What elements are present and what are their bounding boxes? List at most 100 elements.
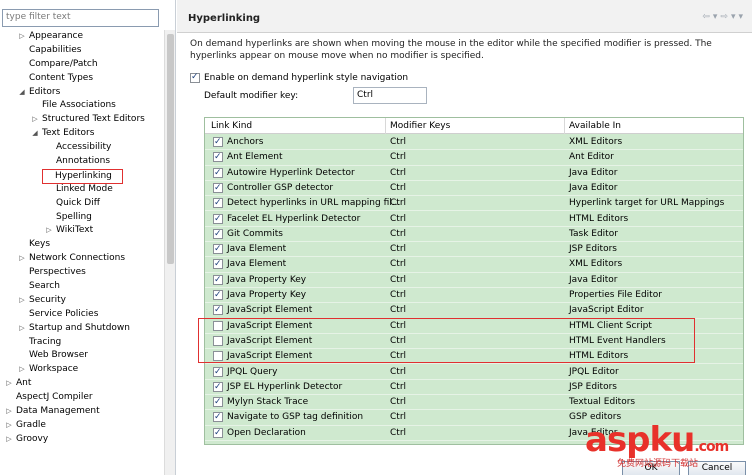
tree-item[interactable]: ▷ Ant: [0, 377, 164, 391]
row-checkbox[interactable]: [213, 242, 223, 257]
tree-item[interactable]: Spelling: [0, 211, 164, 225]
row-checkbox[interactable]: [213, 181, 223, 196]
tree-item[interactable]: ▷ Security: [0, 294, 164, 308]
expanded-arrow-icon[interactable]: ◢: [31, 127, 39, 141]
row-checkbox[interactable]: [213, 257, 223, 272]
tree-item[interactable]: ▷ Startup and Shutdown: [0, 322, 164, 336]
table-row[interactable]: Ant Element Ctrl Ant Editor: [205, 150, 743, 166]
table-row[interactable]: Java Element Ctrl XML Editors: [205, 257, 743, 273]
history-nav[interactable]: ⇦▾⇨▾▾: [702, 12, 746, 22]
filter-input[interactable]: type filter text: [2, 9, 159, 27]
table-row[interactable]: Git Commits Ctrl Task Editor: [205, 226, 743, 243]
tree-item[interactable]: Linked Mode: [0, 183, 164, 197]
scrollbar-thumb[interactable]: [167, 34, 174, 264]
tree-item[interactable]: Web Browser: [0, 349, 164, 363]
tree-item-label: Perspectives: [29, 267, 86, 278]
tree-item[interactable]: Annotations: [0, 155, 164, 169]
cell-keys: Ctrl: [390, 290, 407, 300]
tree-item[interactable]: Keys: [0, 238, 164, 252]
collapsed-arrow-icon[interactable]: ▷: [18, 363, 26, 377]
row-checkbox[interactable]: [213, 150, 223, 165]
collapsed-arrow-icon[interactable]: ▷: [18, 252, 26, 266]
collapsed-arrow-icon[interactable]: ▷: [5, 419, 13, 433]
row-checkbox[interactable]: [213, 273, 223, 288]
row-checkbox[interactable]: [213, 196, 223, 211]
tree-item[interactable]: ▷ WikiText: [0, 224, 164, 238]
row-checkbox[interactable]: [213, 212, 223, 227]
tree-item[interactable]: AspectJ Compiler: [0, 391, 164, 405]
table-row[interactable]: Autowire Hyperlink Detector Ctrl Java Edit…: [205, 165, 743, 181]
tree-item[interactable]: ▷ Groovy: [0, 433, 164, 447]
tree-item[interactable]: Capabilities: [0, 44, 164, 58]
collapsed-arrow-icon[interactable]: ▷: [45, 224, 53, 238]
table-row[interactable]: Java Element Ctrl JSP Editors: [205, 242, 743, 258]
collapsed-arrow-icon[interactable]: ▷: [18, 294, 26, 308]
tree-item[interactable]: Accessibility: [0, 141, 164, 155]
tree-scrollbar[interactable]: [164, 30, 175, 475]
hyperlink-detectors-table: Link Kind Modifier Keys Available In Anc…: [204, 117, 744, 445]
collapsed-arrow-icon[interactable]: ▷: [18, 30, 26, 44]
collapsed-arrow-icon[interactable]: ▷: [18, 322, 26, 336]
tree-item[interactable]: Quick Diff: [0, 197, 164, 211]
table-row[interactable]: JSP EL Hyperlink Detector Ctrl JSP Editors: [205, 379, 743, 396]
tree-item[interactable]: ▷ Structured Text Editors: [0, 113, 164, 127]
tree-item[interactable]: Content Types: [0, 72, 164, 86]
table-row[interactable]: JPQL Query Ctrl JPQL Editor: [205, 364, 743, 380]
cell-avail: JSP Editors: [569, 381, 617, 392]
collapsed-arrow-icon[interactable]: ▷: [5, 405, 13, 419]
checkbox-icon[interactable]: [190, 71, 200, 83]
table-row[interactable]: Mylyn Stack Trace Ctrl Textual Editors: [205, 395, 743, 411]
row-checkbox[interactable]: [213, 380, 223, 395]
collapsed-arrow-icon[interactable]: ▷: [5, 433, 13, 447]
table-row[interactable]: Controller GSP detector Ctrl Java Editor: [205, 180, 743, 197]
tree-item[interactable]: Search: [0, 280, 164, 294]
tree-item[interactable]: Compare/Patch: [0, 58, 164, 72]
row-checkbox[interactable]: [213, 395, 223, 410]
row-checkbox[interactable]: [213, 288, 223, 303]
cell-keys: Ctrl: [390, 412, 407, 423]
row-checkbox[interactable]: [213, 135, 223, 150]
collapsed-arrow-icon[interactable]: ▷: [5, 377, 13, 391]
tree-item[interactable]: Perspectives: [0, 266, 164, 280]
table-row[interactable]: Anchors Ctrl XML Editors: [205, 135, 743, 151]
row-checkbox[interactable]: [213, 303, 223, 318]
row-checkbox[interactable]: [213, 426, 223, 441]
tree-item-label: Ant: [16, 378, 32, 389]
table-row[interactable]: JavaScript Element Ctrl JavaScript Editor: [205, 303, 743, 319]
row-checkbox[interactable]: [213, 365, 223, 380]
tree-item[interactable]: ▷ Gradle: [0, 419, 164, 433]
row-checkbox[interactable]: [213, 410, 223, 425]
modifier-key-input[interactable]: Ctrl: [353, 87, 427, 104]
cell-avail: Ant Editor: [569, 152, 614, 163]
table-row[interactable]: Facelet EL Hyperlink Detector Ctrl HTML Ed…: [205, 211, 743, 227]
back-icon[interactable]: ⇦▾: [702, 12, 720, 22]
table-row[interactable]: Java Property Key Ctrl Properties File Edi…: [205, 288, 743, 304]
cell-kind: JSP EL Hyperlink Detector: [227, 381, 343, 392]
collapsed-arrow-icon[interactable]: ▷: [31, 113, 39, 127]
tree-item[interactable]: ◢ Text Editors: [0, 127, 164, 141]
forward-icon[interactable]: ⇨▾: [720, 12, 738, 22]
tree-item-label: Hyperlinking: [42, 168, 123, 184]
tree-item[interactable]: ▷ Data Management: [0, 405, 164, 419]
menu-icon[interactable]: ▾: [738, 12, 746, 22]
column-header-available-in[interactable]: Available In: [569, 121, 621, 131]
row-checkbox[interactable]: [213, 166, 223, 181]
table-row[interactable]: Java Property Key Ctrl Java Editor: [205, 272, 743, 288]
table-row[interactable]: Detect hyperlinks in URL mapping fil...C…: [205, 196, 743, 212]
tree-item[interactable]: ◢ Editors: [0, 86, 164, 100]
cell-avail: Textual Editors: [569, 397, 636, 408]
tree-item[interactable]: ▷ Appearance: [0, 30, 164, 44]
tree-item-label: Groovy: [16, 433, 49, 444]
enable-hyperlink-checkbox[interactable]: Enable on demand hyperlink style navigat…: [190, 71, 408, 84]
column-header-modifier-keys[interactable]: Modifier Keys: [390, 121, 450, 131]
tree-item[interactable]: File Associations: [0, 99, 164, 113]
expanded-arrow-icon[interactable]: ◢: [18, 86, 26, 100]
tree-item[interactable]: ▷ Network Connections: [0, 252, 164, 266]
tree-item-label: Linked Mode: [56, 183, 113, 194]
tree-item[interactable]: Tracing: [0, 336, 164, 350]
row-checkbox[interactable]: [213, 227, 223, 242]
tree-item[interactable]: Hyperlinking: [0, 168, 164, 184]
column-header-link-kind[interactable]: Link Kind: [211, 121, 252, 131]
tree-item[interactable]: Service Policies: [0, 308, 164, 322]
tree-item[interactable]: ▷ Workspace: [0, 363, 164, 377]
